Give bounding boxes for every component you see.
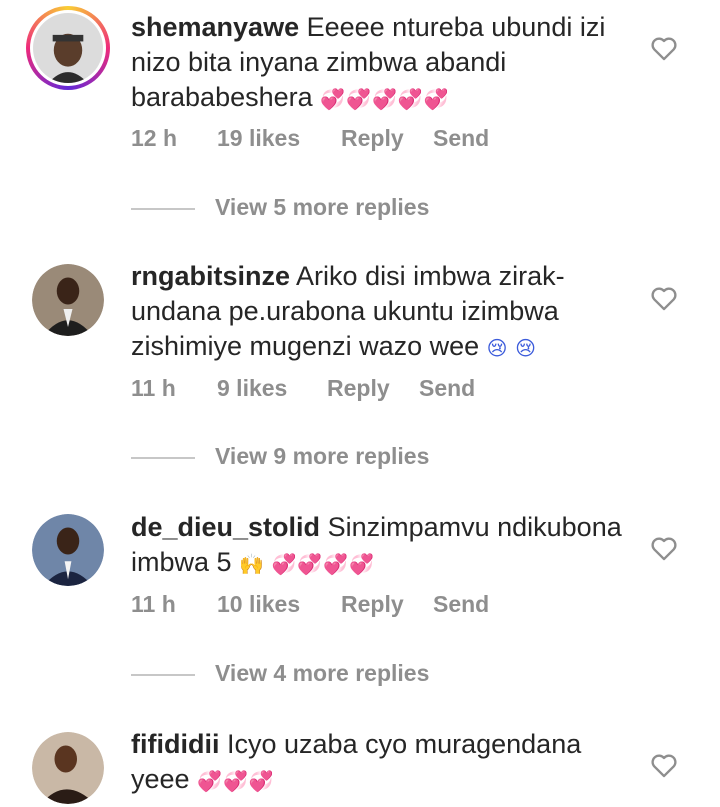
comment-username[interactable]: rngabitsinze — [131, 261, 290, 291]
view-more-replies[interactable]: View 9 more replies — [131, 441, 429, 471]
comment-meta: 12 h 19 likes Reply Send — [131, 123, 531, 153]
comment-likes[interactable]: 10 likes — [217, 589, 300, 619]
view-more-label: View 9 more replies — [215, 443, 430, 469]
avatar[interactable] — [32, 732, 104, 804]
heart-icon[interactable] — [650, 285, 678, 311]
comment-emoji: 🙌 💞💞💞💞 — [239, 554, 376, 576]
comment-emoji: 😢 😢 — [486, 338, 537, 360]
view-more-replies[interactable]: View 5 more replies — [131, 192, 429, 222]
reply-button[interactable]: Reply — [341, 123, 404, 153]
view-more-label: View 5 more replies — [215, 194, 430, 220]
send-button[interactable]: Send — [433, 123, 489, 153]
avatar-image — [33, 13, 103, 83]
avatar[interactable] — [32, 514, 104, 586]
comment-emoji: 💞💞💞💞💞 — [320, 89, 450, 111]
avatar[interactable] — [26, 6, 110, 90]
comment-time: 12 h — [131, 125, 178, 151]
divider-line — [131, 456, 195, 459]
avatar-image — [32, 264, 104, 336]
heart-icon[interactable] — [650, 535, 678, 561]
avatar[interactable] — [32, 264, 104, 336]
avatar-image — [32, 514, 104, 586]
avatar-image — [32, 732, 104, 804]
comment-text: shemanyawe Eeeee ntureba ubundi izi nizo… — [131, 10, 631, 118]
comment-username[interactable]: shemanyawe — [131, 12, 299, 42]
divider-line — [131, 673, 195, 676]
reply-button[interactable]: Reply — [341, 589, 404, 619]
comment-text: de_dieu_stolid Sinzimpamvu ndikubona imb… — [131, 510, 631, 583]
send-button[interactable]: Send — [433, 589, 489, 619]
comment-username[interactable]: de_dieu_stolid — [131, 512, 320, 542]
comment-meta: 11 h 9 likes Reply Send — [131, 373, 531, 403]
comment-text: fifididii Icyo uzaba cyo muragendana yee… — [131, 727, 631, 800]
heart-icon[interactable] — [650, 35, 678, 61]
heart-icon[interactable] — [650, 752, 678, 778]
comment-emoji: 💞💞💞 — [197, 771, 275, 793]
comment-likes[interactable]: 19 likes — [217, 123, 300, 153]
comment-likes[interactable]: 9 likes — [217, 373, 287, 403]
reply-button[interactable]: Reply — [327, 373, 390, 403]
comment-text: rngabitsinze Ariko disi imbwa zirak-unda… — [131, 259, 631, 367]
divider-line — [131, 207, 195, 210]
send-button[interactable]: Send — [419, 373, 475, 403]
comment-username[interactable]: fifididii — [131, 729, 219, 759]
comment-meta: 11 h 10 likes Reply Send — [131, 589, 531, 619]
view-more-label: View 4 more replies — [215, 660, 430, 686]
view-more-replies[interactable]: View 4 more replies — [131, 658, 429, 688]
comment-time: 11 h — [131, 591, 176, 617]
comment-time: 11 h — [131, 375, 176, 401]
